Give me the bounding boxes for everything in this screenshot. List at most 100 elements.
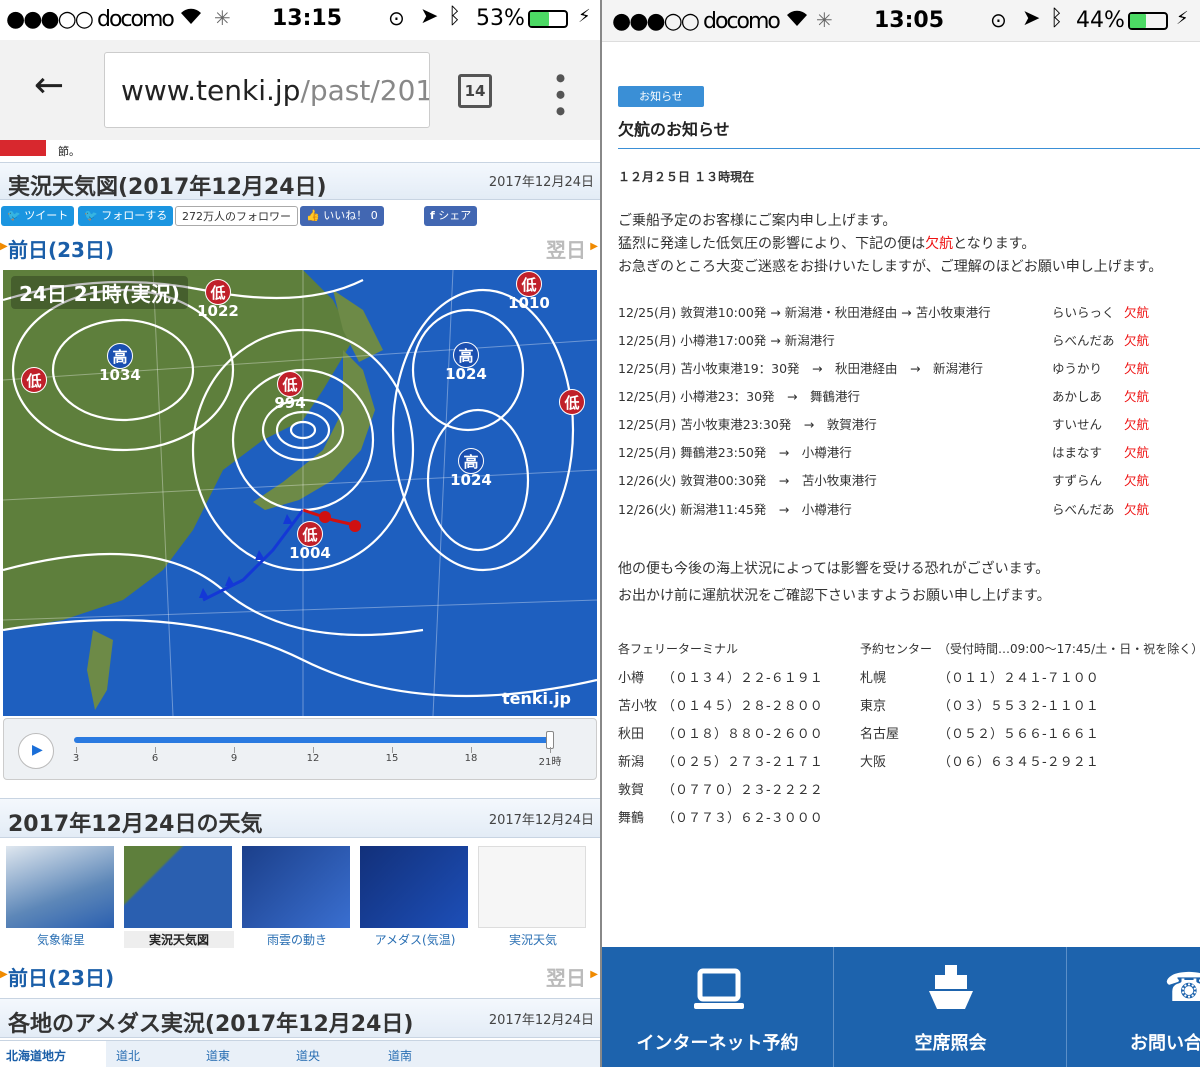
- contact-name: 苫小牧: [618, 699, 658, 714]
- tweet-button[interactable]: 🐦 ツイート: [1, 206, 75, 226]
- route-text: 12/25(月) 舞鶴港23:50発 → 小樽港行: [618, 445, 852, 460]
- charging-icon: ⚡: [578, 6, 591, 27]
- slider-tick-label: 6: [151, 753, 159, 764]
- cancellation-row: 12/26(火) 敦賀港00:30発 → 苫小牧東港行 すずらん 欠航: [618, 470, 1200, 492]
- cold-front-markers: [199, 514, 293, 598]
- contact-label: お問い合: [1130, 1033, 1200, 1054]
- tab-count-button[interactable]: 14: [458, 74, 492, 108]
- next-caret-icon: ▶: [590, 241, 598, 252]
- section-header-map: 実況天気図(2017年12月24日) 2017年12月24日: [0, 162, 600, 200]
- day-nav-bottom: 前日(23日) 翌日 ▶ ▶: [0, 960, 600, 990]
- contact-name: 舞鶴: [618, 811, 645, 826]
- internet-reservation-button[interactable]: インターネット予約: [602, 947, 834, 1067]
- intro-text-end: となります。: [953, 236, 1036, 252]
- contact-phone[interactable]: （０１１）２４１-７１００: [938, 667, 1099, 686]
- slider-tick-label: 12: [306, 753, 320, 764]
- orientation-lock-icon: ⊙: [388, 6, 405, 30]
- battery-percent: 53%: [476, 6, 525, 31]
- clock: 13:05: [874, 8, 945, 33]
- header-date: 2017年12月24日: [488, 175, 594, 190]
- slider-tick-label: 18: [464, 753, 478, 764]
- contact-name: 敦賀: [618, 783, 645, 798]
- thumb-amedas[interactable]: アメダス(気温): [360, 846, 470, 956]
- route-text: 12/26(火) 新潟港11:45発 → 小樽港行: [618, 502, 852, 517]
- pressure-kind: 低: [26, 372, 42, 390]
- status-bar: ●●●○○ docomo ✳ 13:05 ⊙ ➤ ᛒ 44% ⚡: [602, 0, 1200, 42]
- weather-chart-thumbnail-image: [124, 846, 232, 928]
- map-watermark: tenki.jp: [501, 689, 571, 708]
- thumb-satellite[interactable]: 気象衛星: [6, 846, 116, 956]
- left-screenshot: ●●●○○ docomo ✳ 13:15 ⊙ ➤ ᛒ 53% ⚡ ← www.t…: [0, 0, 600, 1067]
- contact-phone[interactable]: （０６）６３４５-２９２１: [938, 751, 1099, 770]
- notice-tag: お知らせ: [618, 86, 704, 107]
- wifi-icon: [178, 6, 204, 32]
- follow-button[interactable]: 🐦 フォローする: [78, 206, 174, 226]
- prev-day-link[interactable]: 前日(23日): [8, 234, 114, 263]
- contact-phone[interactable]: （０２５）２７３-２１７１: [662, 751, 823, 770]
- ship-name: らべんだあ: [1052, 333, 1115, 348]
- contact-phone[interactable]: （０１４５）２８-２８００: [662, 695, 823, 714]
- url-bar[interactable]: www.tenki.jp/past/201: [104, 52, 430, 128]
- loading-icon: ✳: [816, 8, 833, 32]
- back-arrow-icon[interactable]: ←: [34, 68, 64, 104]
- contact-phone[interactable]: （０１８）８８０-２６００: [662, 723, 823, 742]
- share-button[interactable]: f シェア: [424, 206, 478, 226]
- cancellation-row: 12/25(月) 苫小牧東港23:30発 → 敦賀港行 すいせん 欠航: [618, 414, 1200, 436]
- internet-reservation-label: インターネット予約: [636, 1033, 799, 1054]
- pressure-kind: 低: [521, 276, 537, 294]
- status-badge: 欠航: [1124, 305, 1150, 320]
- play-button[interactable]: ▶: [18, 733, 54, 769]
- pressure-kind: 低: [564, 394, 580, 412]
- time-slider[interactable]: ▶ 3 6 9 12 15 18 21時: [3, 718, 597, 780]
- contact-phone[interactable]: （０７７０）２３-２２２２: [662, 779, 823, 798]
- map-time-label: 24日 21時(実況): [11, 276, 188, 309]
- ship-name: すいせん: [1052, 417, 1103, 432]
- facebook-icon: f: [430, 209, 435, 222]
- pressure-kind: 高: [112, 348, 128, 366]
- pressure-kind: 低: [282, 376, 298, 394]
- route-text: 12/25(月) 苫小牧東港23:30発 → 敦賀港行: [618, 417, 877, 432]
- cancel-word: 欠航: [925, 236, 954, 252]
- contact-phone[interactable]: （０３）５５３２-１１０１: [938, 695, 1099, 714]
- status-badge: 欠航: [1124, 417, 1150, 432]
- location-icon: ➤: [1022, 6, 1041, 31]
- pressure-kind: 高: [463, 453, 479, 471]
- next-day-link[interactable]: 翌日: [546, 962, 586, 991]
- overflow-menu-icon[interactable]: •••: [543, 70, 576, 120]
- contact-phone[interactable]: （０５２）５６６-１６６１: [938, 723, 1099, 742]
- weather-map-graphic: [3, 270, 597, 716]
- contact-button[interactable]: ☎ お問い合: [1068, 947, 1200, 1067]
- ship-name: すずらん: [1052, 473, 1103, 488]
- next-day-link[interactable]: 翌日: [546, 234, 586, 263]
- region-tab[interactable]: 道南: [388, 1047, 412, 1064]
- slider-track[interactable]: [74, 737, 550, 743]
- region-tab[interactable]: 道央: [296, 1047, 320, 1064]
- amedas-thumbnail-image: [360, 846, 468, 928]
- thumb-rain-radar[interactable]: 雨雲の動き: [242, 846, 352, 956]
- contact-phone[interactable]: （０７７３）６２-３０００: [662, 807, 823, 826]
- region-tab-active[interactable]: 北海道地方: [0, 1041, 106, 1067]
- page-title: 実況天気図(2017年12月24日): [8, 175, 327, 200]
- thumb-current-weather[interactable]: 実況天気: [478, 846, 588, 956]
- tweet-label: ツイート: [24, 209, 69, 222]
- cancellation-row: 12/26(火) 新潟港11:45発 → 小樽港行 らべんだあ 欠航: [618, 499, 1200, 521]
- contact-name: 秋田: [618, 727, 645, 742]
- reservation-heading: 予約センター （受付時間…09:00〜17:45/土・日・祝を除く）: [860, 642, 1200, 656]
- thumb-weather-chart[interactable]: 実況天気図: [124, 846, 234, 956]
- contact-name: 名古屋: [860, 727, 900, 742]
- seat-inquiry-button[interactable]: 空席照会: [835, 947, 1067, 1067]
- like-button[interactable]: 👍 いいね！ 0: [300, 206, 384, 226]
- cancellation-row: 12/25(月) 苫小牧東港19：30発 → 秋田港経由 → 新潟港行 ゆうかり 欠…: [618, 358, 1200, 380]
- twitter-icon: 🐦: [7, 209, 21, 222]
- region-tab[interactable]: 道東: [206, 1047, 230, 1064]
- region-tabs: 北海道地方 道北 道東 道央 道南: [0, 1040, 600, 1067]
- status-badge: 欠航: [1124, 361, 1150, 376]
- contact-phone[interactable]: （０１３４）２２-６１９１: [662, 667, 823, 686]
- laptop-icon: [694, 968, 744, 1009]
- region-tab[interactable]: 道北: [116, 1047, 140, 1064]
- section-header-amedas: 各地のアメダス実況(2017年12月24日) 2017年12月24日: [0, 998, 600, 1038]
- prev-day-link[interactable]: 前日(23日): [8, 962, 114, 991]
- ship-name: らべんだあ: [1052, 502, 1115, 517]
- contact-name: 東京: [860, 699, 887, 714]
- terminals-heading: 各フェリーターミナル: [618, 642, 739, 656]
